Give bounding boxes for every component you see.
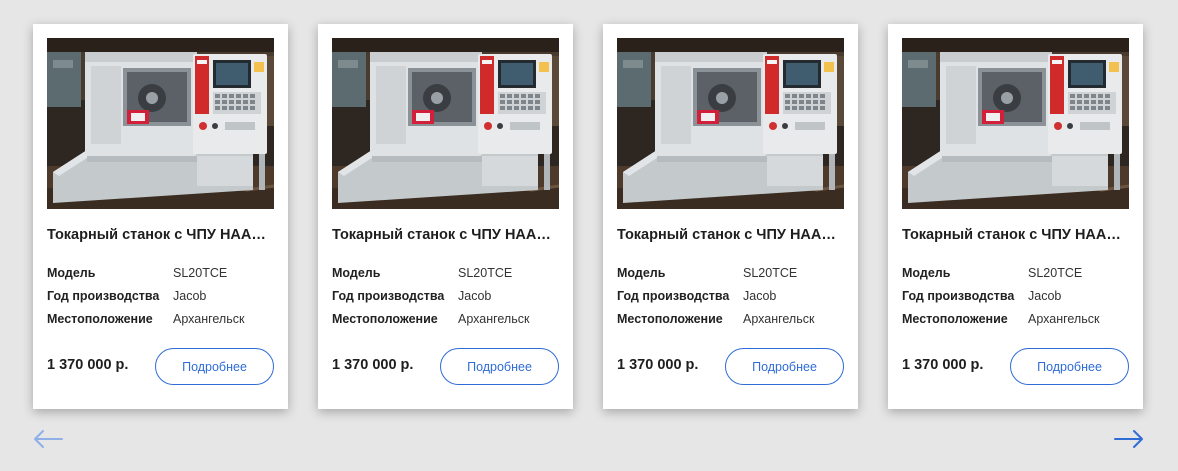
spec-label: Год производства [617,289,730,303]
product-title[interactable]: Токарный станок с ЧПУ HAAS SL20TCE [902,227,1129,243]
spec-row-location: Местоположение Архангельск [617,312,844,332]
spec-value: SL20TCE [458,266,513,280]
spec-label: Модель [617,266,666,280]
spec-row-model: Модель SL20TCE [47,266,274,286]
arrow-right-icon[interactable] [1114,428,1144,450]
product-image[interactable] [47,38,274,209]
spec-row-year: Год производства Jacob [332,289,559,309]
spec-value: SL20TCE [173,266,228,280]
spec-label: Местоположение [332,312,438,326]
product-image[interactable] [617,38,844,209]
details-button[interactable]: Подробнее [155,348,274,385]
product-title[interactable]: Токарный станок с ЧПУ HAAS SL20TCE [332,227,559,243]
spec-value: Jacob [1028,289,1062,303]
product-title[interactable]: Токарный станок с ЧПУ HAAS SL20TCE [47,227,274,243]
product-price: 1 370 000 р. [617,357,699,373]
spec-row-model: Модель SL20TCE [617,266,844,286]
product-price: 1 370 000 р. [332,357,414,373]
spec-label: Местоположение [47,312,153,326]
spec-label: Год производства [47,289,160,303]
spec-row-model: Модель SL20TCE [332,266,559,286]
product-title[interactable]: Токарный станок с ЧПУ HAAS SL20TCE [617,227,844,243]
product-card: Токарный станок с ЧПУ HAAS SL20TCE Модел… [33,24,288,409]
spec-label: Год производства [902,289,1015,303]
spec-value: Архангельск [743,312,815,326]
product-card: Токарный станок с ЧПУ HAAS SL20TCE Модел… [318,24,573,409]
spec-value: SL20TCE [1028,266,1083,280]
product-card: Токарный станок с ЧПУ HAAS SL20TCE Модел… [603,24,858,409]
spec-value: Архангельск [1028,312,1100,326]
spec-value: SL20TCE [743,266,798,280]
spec-label: Местоположение [617,312,723,326]
spec-value: Jacob [743,289,777,303]
spec-label: Модель [902,266,951,280]
product-image[interactable] [902,38,1129,209]
spec-value: Архангельск [458,312,530,326]
spec-row-year: Год производства Jacob [902,289,1129,309]
spec-row-location: Местоположение Архангельск [332,312,559,332]
spec-label: Местоположение [902,312,1008,326]
spec-label: Год производства [332,289,445,303]
spec-label: Модель [47,266,96,280]
spec-value: Архангельск [173,312,245,326]
spec-row-location: Местоположение Архангельск [902,312,1129,332]
details-button[interactable]: Подробнее [1010,348,1129,385]
spec-row-year: Год производства Jacob [617,289,844,309]
product-image[interactable] [332,38,559,209]
spec-value: Jacob [173,289,207,303]
spec-row-year: Год производства Jacob [47,289,274,309]
arrow-left-icon[interactable] [33,428,63,450]
spec-row-location: Местоположение Архангельск [47,312,274,332]
details-button[interactable]: Подробнее [440,348,559,385]
spec-row-model: Модель SL20TCE [902,266,1129,286]
spec-value: Jacob [458,289,492,303]
spec-label: Модель [332,266,381,280]
product-price: 1 370 000 р. [902,357,984,373]
product-card: Токарный станок с ЧПУ HAAS SL20TCE Модел… [888,24,1143,409]
product-price: 1 370 000 р. [47,357,129,373]
details-button[interactable]: Подробнее [725,348,844,385]
